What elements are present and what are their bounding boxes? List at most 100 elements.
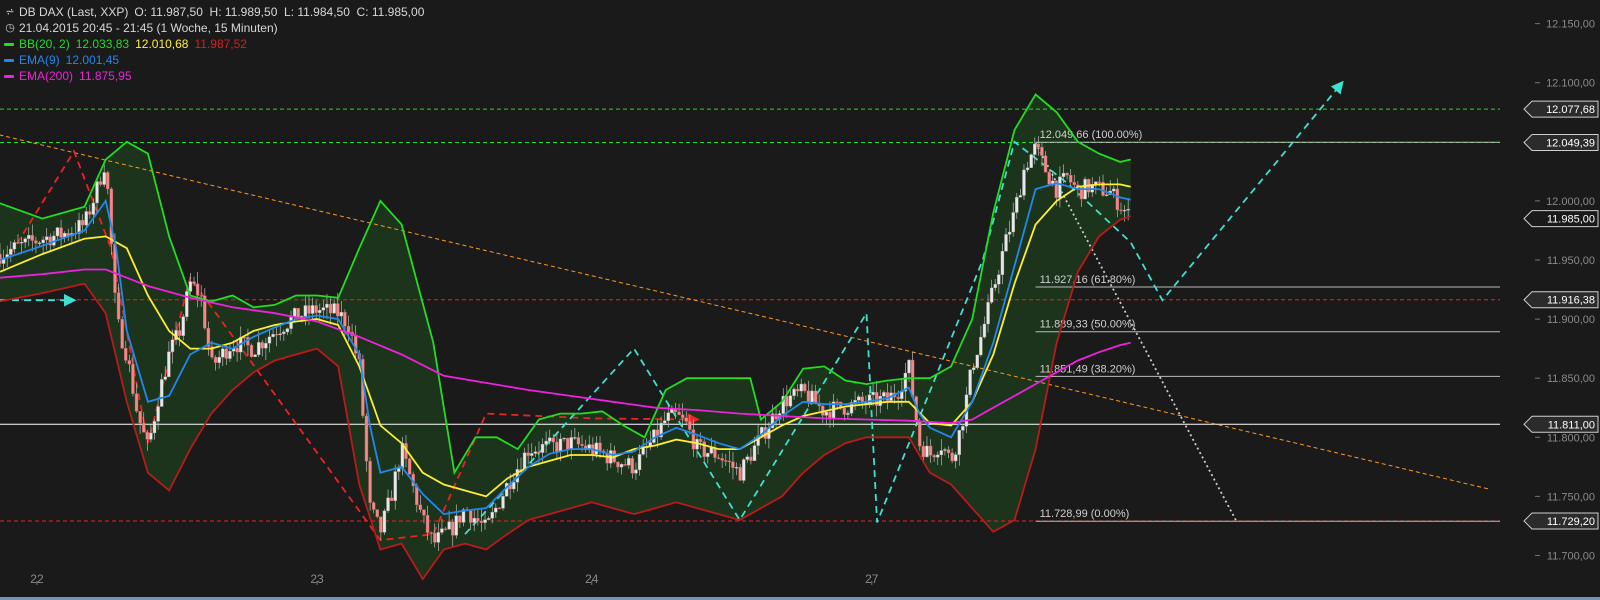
candle-body [540, 443, 545, 453]
candle-body [156, 406, 160, 422]
instrument-name: DB DAX (Last, XXP) [19, 5, 129, 19]
candle-body [41, 239, 45, 244]
candle-body [134, 393, 139, 412]
candle-body [303, 305, 308, 317]
candle-body [159, 379, 164, 407]
x-tick-label: 22 [30, 572, 44, 586]
candle-body [788, 395, 793, 407]
candle-body [1047, 172, 1051, 185]
candle-body [1043, 155, 1048, 173]
candle-body [458, 515, 462, 523]
candle-body [749, 456, 753, 461]
candle-body [896, 396, 900, 400]
candle-body [37, 242, 42, 245]
candle-body [745, 456, 750, 460]
fibonacci-level-label: 11.889,33 (50.00%) [1040, 319, 1136, 331]
candle-body [34, 240, 38, 244]
candle-body [436, 532, 441, 543]
candle-body [152, 421, 157, 434]
price-level-tag-label: 11.985,00 [1547, 214, 1595, 226]
candle-body [1007, 231, 1012, 235]
candle-body [472, 517, 476, 523]
candle-body [997, 274, 1001, 285]
candle-body [425, 514, 430, 533]
candle-body [562, 437, 566, 440]
candle-body [149, 432, 153, 440]
bollinger-band-fill [0, 94, 1131, 580]
fibonacci-level-label: 11.728,99 (0.00%) [1040, 508, 1130, 520]
candle-body [318, 309, 322, 313]
chart-type-icon[interactable]: ⩫ [4, 4, 16, 20]
candle-body [375, 509, 379, 517]
candle-body [98, 181, 103, 185]
candle-body [1011, 212, 1015, 233]
candle-body [957, 430, 962, 455]
candle-body [799, 383, 803, 392]
candle-body [88, 211, 92, 215]
candle-body [623, 464, 627, 466]
candle-body [260, 342, 264, 349]
x-tick-label: 24 [585, 572, 599, 586]
candle-body [975, 354, 979, 368]
candle-body [278, 333, 282, 335]
candle-body [379, 516, 383, 533]
candle-body [364, 415, 369, 462]
candle-body [486, 518, 491, 520]
candle-body [946, 449, 951, 454]
candle-body [932, 455, 936, 458]
candle-body [177, 330, 182, 336]
candle-body [447, 521, 451, 530]
candle-body [192, 281, 196, 284]
candle-body [170, 339, 175, 353]
candle-body [573, 437, 577, 439]
candle-body [530, 453, 534, 456]
candle-body [314, 305, 318, 313]
candle-body [731, 461, 735, 468]
candle-body [684, 417, 688, 422]
y-tick-label: 11.950,00 [1547, 255, 1595, 267]
indicator-row[interactable]: BB(20, 2) 12.033,83 12.010,68 11.987,52 [4, 36, 424, 52]
candle-body [19, 241, 24, 244]
indicator-value: 11.875,95 [79, 69, 132, 83]
candle-body [468, 510, 473, 523]
candle-body [806, 390, 811, 404]
candle-body [393, 471, 397, 501]
indicator-value: 12.033,83 [75, 37, 130, 51]
candle-body [397, 468, 401, 472]
candle-body [285, 328, 290, 333]
candle-body [479, 520, 484, 523]
candle-body [292, 308, 297, 318]
candle-body [569, 437, 573, 450]
candle-body [116, 292, 121, 320]
candle-body [494, 507, 498, 513]
candle-body [1115, 188, 1120, 211]
candle-body [526, 452, 530, 456]
candle-body [1126, 208, 1130, 211]
candle-body [1072, 182, 1076, 186]
price-level-tag-label: 11.729,20 [1547, 516, 1595, 528]
candle-body [443, 528, 448, 530]
price-level-tag-label: 12.077,68 [1546, 104, 1595, 116]
fibonacci-level-label: 12.049,66 (100.00%) [1040, 129, 1143, 141]
indicator-row[interactable]: EMA(9) 12.001,45 [4, 52, 424, 68]
candle-body [195, 283, 200, 296]
ohlc-values: O: 11.987,50 H: 11.989,50 L: 11.984,50 C… [134, 5, 425, 19]
indicator-row[interactable]: EMA(200) 11.875,95 [4, 68, 424, 84]
price-chart[interactable]: 11.700,00 11.750,00 11.800,00 11.850,00 11.9… [0, 0, 1600, 600]
candle-body [986, 302, 990, 325]
candle-body [1065, 172, 1069, 176]
candle-body [907, 359, 911, 374]
candle-body [91, 202, 96, 215]
candle-body [9, 248, 13, 255]
candle-body [688, 421, 692, 430]
candle-body [336, 303, 340, 317]
candle-body [325, 303, 329, 308]
candle-body [558, 438, 563, 453]
candle-body [979, 336, 983, 356]
candle-body [925, 445, 929, 458]
y-tick-label: 12.000,00 [1546, 196, 1595, 208]
candle-body [918, 421, 922, 447]
candle-body [451, 521, 455, 536]
candle-body [224, 348, 229, 359]
indicator-value: 12.001,45 [65, 53, 120, 67]
